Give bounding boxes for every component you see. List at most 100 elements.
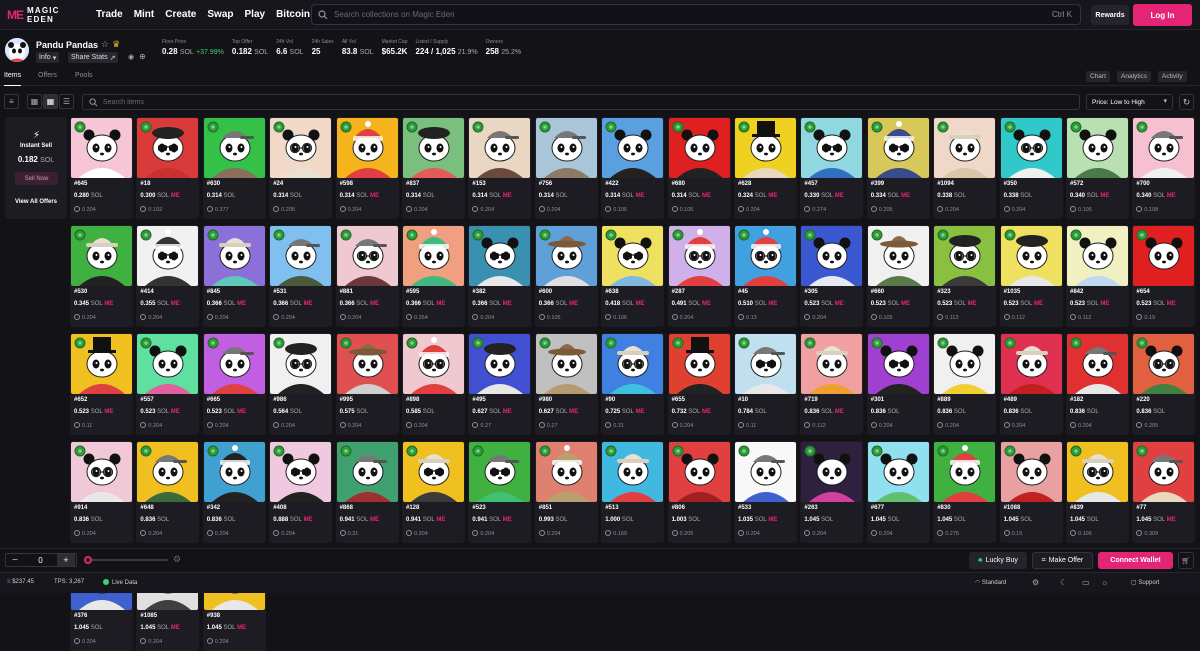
nft-card[interactable]: #842 0.523 SOL ME 0.112 [1066, 225, 1129, 327]
items-search-input[interactable]: Search items [82, 94, 1080, 110]
nft-card[interactable]: #45 0.510 SOL ME 0.13 [734, 225, 797, 327]
nft-image[interactable] [735, 226, 796, 286]
nft-card[interactable]: #1094 0.338 SOL 0.204 [933, 117, 997, 219]
nft-card[interactable]: #457 0.330 SOL ME 0.274 [800, 117, 864, 219]
nft-card[interactable]: #756 0.314 SOL 0.204 [534, 117, 598, 219]
nft-image[interactable] [336, 118, 398, 178]
nft-image[interactable] [602, 226, 664, 286]
nft-card[interactable]: #287 0.491 SOL ME 0.204 [667, 225, 731, 327]
nft-card[interactable]: #719 0.836 SOL ME 0.112 [800, 333, 864, 435]
nft-image[interactable] [867, 442, 929, 502]
nft-card[interactable]: #995 0.575 SOL 0.204 [335, 333, 399, 435]
nav-link-play[interactable]: Play [245, 9, 266, 20]
nft-card[interactable]: #1088 1.045 SOL 0.15 [999, 441, 1063, 543]
nft-card[interactable]: #868 0.941 SOL ME 0.31 [335, 441, 399, 543]
nft-card[interactable]: #10 0.784 SOL 0.11 [734, 333, 797, 435]
nft-image[interactable] [1133, 442, 1195, 502]
grid-small-icon[interactable]: ▦ [43, 94, 58, 109]
increment-button[interactable]: + [57, 554, 75, 566]
nft-image[interactable] [1067, 334, 1128, 394]
standard-mode[interactable]: ◠ Standard [975, 579, 1006, 586]
nft-card[interactable]: #595 0.366 SOL ME 0.264 [402, 225, 465, 327]
globe-icon[interactable]: ⊕ [139, 52, 146, 61]
nft-card[interactable]: #90 0.725 SOL ME 0.31 [601, 333, 665, 435]
nft-card[interactable]: #422 0.314 SOL ME 0.105 [601, 117, 665, 219]
nft-card[interactable]: #660 0.523 SOL ME 0.105 [866, 225, 930, 327]
nft-image[interactable] [535, 442, 597, 502]
connect-wallet-button[interactable]: Connect Wallet [1098, 552, 1173, 569]
nft-image[interactable] [270, 118, 332, 178]
nft-image[interactable] [668, 118, 730, 178]
settings-icon[interactable]: ⚙ [1032, 578, 1039, 587]
nft-image[interactable] [336, 334, 398, 394]
nft-card[interactable]: #533 1.035 SOL ME 0.204 [734, 441, 797, 543]
nft-image[interactable] [469, 334, 531, 394]
nft-image[interactable] [602, 442, 664, 502]
login-button[interactable]: Log In [1133, 4, 1192, 26]
nft-image[interactable] [735, 442, 796, 502]
nft-card[interactable]: #342 0.836 SOL 0.204 [202, 441, 266, 543]
nft-image[interactable] [1000, 226, 1062, 286]
nav-link-swap[interactable]: Swap [207, 9, 233, 20]
slider-handle[interactable] [84, 556, 92, 564]
nft-image[interactable] [535, 334, 597, 394]
nft-image[interactable] [602, 118, 664, 178]
nft-image[interactable] [801, 334, 863, 394]
nft-card[interactable]: #531 0.366 SOL ME 0.204 [269, 225, 333, 327]
nft-card[interactable]: #263 1.045 SOL 0.204 [800, 441, 864, 543]
nft-card[interactable]: #881 0.366 SOL ME 0.204 [335, 225, 399, 327]
quantity-stepper[interactable]: − 0 + [5, 553, 77, 567]
share-stats-button[interactable]: Share Stats ↗ [68, 52, 119, 63]
global-search-input[interactable]: Search collections on Magic Eden Ctrl K [311, 4, 1081, 25]
tab-chart[interactable]: Chart [1086, 71, 1110, 82]
tab-offers[interactable]: Offers [38, 72, 57, 79]
sort-select[interactable]: Price: Low to High ▾ [1086, 94, 1173, 110]
nft-image[interactable] [270, 226, 332, 286]
nft-image[interactable] [1133, 226, 1195, 286]
nft-image[interactable] [137, 334, 199, 394]
cart-icon[interactable]: 🛒︎ [1178, 552, 1194, 569]
refresh-icon[interactable]: ↻ [1179, 94, 1194, 110]
monitor-icon[interactable]: ▭ [1082, 578, 1090, 587]
nft-image[interactable] [71, 442, 132, 502]
nft-image[interactable] [403, 442, 464, 502]
nft-image[interactable] [602, 334, 664, 394]
nft-image[interactable] [668, 442, 730, 502]
lucky-buy-button[interactable]: ♣ Lucky Buy [969, 552, 1027, 569]
nft-image[interactable] [668, 334, 730, 394]
nft-image[interactable] [735, 118, 796, 178]
nft-card[interactable]: #182 0.836 SOL 0.204 [1066, 333, 1129, 435]
nft-card[interactable]: #830 1.045 SOL 0.275 [933, 441, 997, 543]
nft-card[interactable]: #1035 0.523 SOL ME 0.112 [999, 225, 1063, 327]
discord-icon[interactable]: ◉ [128, 53, 134, 61]
nft-card[interactable]: #845 0.366 SOL ME 0.204 [202, 225, 266, 327]
nft-card[interactable]: #513 1.000 SOL 0.169 [601, 441, 665, 543]
nft-image[interactable] [71, 226, 132, 286]
nft-image[interactable] [934, 226, 996, 286]
nft-card[interactable]: #153 0.314 SOL ME 0.204 [468, 117, 532, 219]
nft-image[interactable] [934, 334, 996, 394]
nft-image[interactable] [801, 118, 863, 178]
nft-image[interactable] [469, 442, 531, 502]
nft-card[interactable]: #323 0.523 SOL ME 0.112 [933, 225, 997, 327]
nft-card[interactable]: #572 0.340 SOL ME 0.105 [1066, 117, 1129, 219]
nft-image[interactable] [1000, 442, 1062, 502]
nft-card[interactable]: #408 0.888 SOL ME 0.204 [269, 441, 333, 543]
nft-card[interactable]: #680 0.314 SOL ME 0.105 [667, 117, 731, 219]
star-icon[interactable]: ☆ [101, 39, 109, 50]
nft-image[interactable] [1133, 334, 1195, 394]
gear-icon[interactable]: ⚙ [173, 554, 181, 565]
nft-card[interactable]: #18 0.300 SOL ME 0.192 [136, 117, 200, 219]
nft-image[interactable] [1067, 118, 1128, 178]
nft-image[interactable] [535, 118, 597, 178]
nft-card[interactable]: #839 1.045 SOL 0.106 [1066, 441, 1129, 543]
nft-image[interactable] [403, 118, 464, 178]
tab-activity[interactable]: Activity [1158, 71, 1187, 82]
sweep-slider[interactable] [84, 556, 168, 564]
nav-link-trade[interactable]: Trade [96, 9, 123, 20]
rewards-button[interactable]: Rewards [1091, 5, 1129, 25]
tab-analytics[interactable]: Analytics [1117, 71, 1152, 82]
moon-icon[interactable]: ☾ [1060, 578, 1067, 587]
nft-card[interactable]: #305 0.523 SOL ME 0.204 [800, 225, 864, 327]
nft-card[interactable]: #980 0.627 SOL ME 0.27 [534, 333, 598, 435]
